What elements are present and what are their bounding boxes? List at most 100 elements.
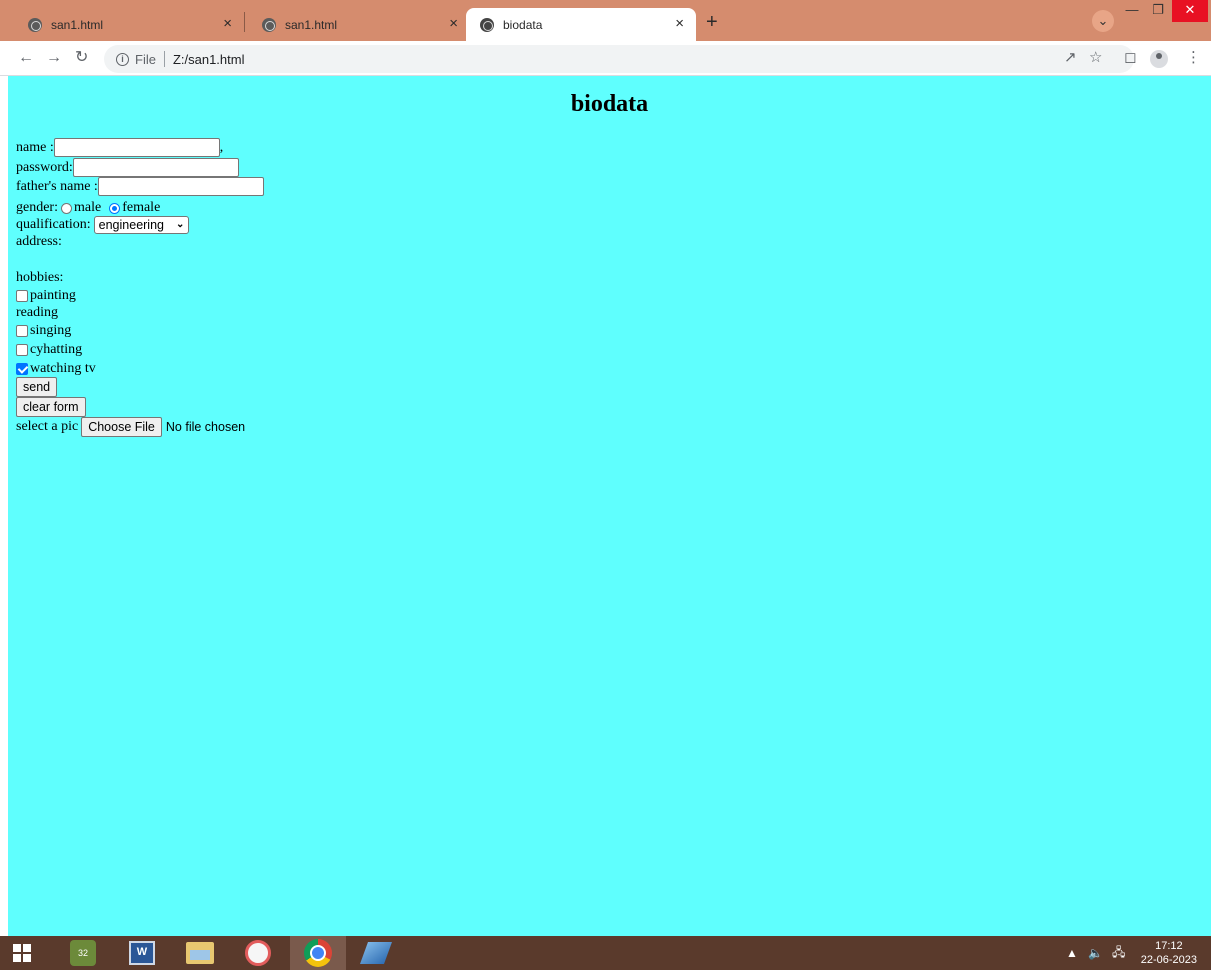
gender-female-radio[interactable]	[109, 202, 121, 214]
close-icon[interactable]: ×	[449, 16, 458, 32]
painting-label: painting	[30, 288, 76, 303]
taskbar-app-explorer[interactable]	[174, 936, 226, 970]
file-status-text: No file chosen	[165, 420, 246, 434]
tab-san1-first[interactable]: san1.html ×	[14, 8, 244, 41]
password-row: password:	[16, 158, 239, 177]
tab-biodata[interactable]: biodata ×	[466, 8, 696, 41]
tab-title: san1.html	[285, 17, 338, 32]
start-button[interactable]	[0, 936, 44, 970]
father-name-row: father's name :	[16, 177, 264, 196]
restore-icon[interactable]: ❐	[1146, 0, 1170, 22]
hobbies-row: hobbies:	[16, 269, 63, 287]
page-content: biodata name : , password: father's name…	[8, 76, 1211, 936]
page-title: biodata	[570, 91, 649, 117]
tab-san1-second[interactable]: san1.html ×	[248, 8, 470, 41]
taskbar-app-settings[interactable]: 32	[58, 936, 108, 970]
scissors-icon	[245, 940, 271, 966]
address-label: address:	[16, 234, 62, 249]
minimize-icon[interactable]: —	[1120, 0, 1144, 22]
gender-male-radio[interactable]	[60, 202, 72, 214]
windows-logo-icon	[13, 944, 31, 962]
qualification-select[interactable]: engineering ⌄	[93, 216, 190, 234]
word-icon: W	[129, 941, 155, 965]
pen-icon	[359, 942, 393, 964]
clock-date: 22-06-2023	[1140, 954, 1197, 966]
profile-avatar-icon[interactable]	[1150, 50, 1168, 68]
tab-title: san1.html	[51, 17, 104, 32]
hobby-cyhatting-row: cyhatting	[16, 341, 82, 359]
choose-file-button[interactable]: Choose File	[81, 417, 162, 437]
address-row: address:	[16, 233, 62, 251]
file-row: select a pic Choose File No file chosen	[16, 417, 245, 437]
password-input[interactable]	[72, 158, 239, 177]
name-label: name :	[16, 139, 54, 155]
share-icon[interactable]: ↗	[1064, 49, 1077, 67]
info-icon[interactable]: i	[116, 52, 129, 66]
hobby-singing-row: singing	[16, 322, 71, 340]
app-gear-icon: 32	[70, 940, 96, 966]
forward-arrow-icon[interactable]: →	[46, 48, 62, 68]
taskbar-app-notepad[interactable]	[350, 936, 402, 970]
menu-kebab-icon[interactable]: ⋮	[1186, 49, 1201, 67]
qualification-label: qualification:	[16, 217, 91, 232]
chrome-icon	[304, 939, 332, 967]
qualification-row: qualification: engineering ⌄	[16, 216, 190, 234]
send-button[interactable]: send	[16, 377, 58, 397]
volume-muted-icon[interactable]: 🔈	[1088, 936, 1103, 970]
back-arrow-icon[interactable]: ←	[18, 48, 34, 68]
name-input[interactable]	[53, 138, 220, 157]
father-name-input[interactable]	[97, 177, 264, 196]
tray-overflow-icon[interactable]: ▲	[1066, 936, 1078, 970]
browser-toolbar: ← → ↻ i File Z:/san1.html ↗ ☆ ◻ ⋮	[0, 41, 1211, 76]
clear-form-button[interactable]: clear form	[16, 397, 86, 417]
reading-label: reading	[16, 305, 58, 320]
name-trailing-comma: ,	[219, 139, 224, 155]
globe-icon	[28, 17, 42, 32]
close-icon[interactable]: ×	[223, 16, 232, 32]
hobby-painting-row: painting	[16, 287, 76, 305]
system-clock[interactable]: 17:12 22-06-2023	[1141, 939, 1197, 967]
folder-icon	[186, 942, 214, 964]
file-picker-label: select a pic	[16, 419, 79, 434]
father-name-label: father's name :	[16, 178, 98, 194]
cyhatting-checkbox[interactable]	[16, 344, 28, 356]
hobby-watching-tv-row: watching tv	[16, 360, 96, 378]
network-icon[interactable]: 🖧	[1112, 936, 1125, 970]
watching-tv-label: watching tv	[30, 361, 96, 376]
side-panel-icon[interactable]: ◻	[1124, 49, 1136, 67]
tab-search-button[interactable]: ⌄	[1092, 10, 1114, 32]
tab-title: biodata	[503, 17, 543, 32]
gender-label: gender:	[16, 200, 58, 215]
cyhatting-label: cyhatting	[30, 342, 83, 357]
new-tab-button[interactable]: +	[706, 12, 718, 32]
globe-icon	[480, 17, 494, 32]
reload-icon[interactable]: ↻	[75, 48, 88, 68]
send-row: send	[16, 377, 58, 397]
tab-divider	[244, 12, 245, 32]
address-scheme: File	[135, 51, 156, 67]
taskbar-app-word[interactable]: W	[116, 936, 168, 970]
hobbies-label: hobbies:	[16, 270, 64, 285]
tab-strip: san1.html × san1.html × biodata × + ⌄ — …	[0, 0, 1211, 41]
address-divider	[163, 51, 165, 67]
gender-male-label: male	[73, 200, 102, 215]
taskbar-app-snipping[interactable]	[232, 936, 284, 970]
gender-female-label: female	[122, 200, 161, 215]
globe-icon	[262, 17, 276, 32]
window-close-icon[interactable]: ✕	[1172, 0, 1208, 22]
close-icon[interactable]: ×	[675, 16, 684, 32]
qualification-selected-value: engineering	[98, 218, 164, 232]
address-bar[interactable]: i File Z:/san1.html	[104, 45, 1134, 73]
singing-label: singing	[30, 323, 72, 338]
name-row: name : ,	[16, 138, 223, 157]
watching-tv-checkbox[interactable]	[16, 363, 28, 375]
address-url[interactable]: Z:/san1.html	[173, 52, 245, 67]
hobby-reading-row: reading	[16, 304, 58, 322]
singing-checkbox[interactable]	[16, 325, 28, 337]
chevron-down-icon: ⌄	[176, 219, 185, 230]
bookmark-star-icon[interactable]: ☆	[1089, 49, 1102, 67]
clear-row: clear form	[16, 397, 86, 417]
taskbar: 32 W ▲ 🔈 🖧 17:12 22-06-2023	[0, 936, 1211, 970]
taskbar-app-chrome[interactable]	[290, 936, 346, 970]
painting-checkbox[interactable]	[16, 290, 28, 302]
